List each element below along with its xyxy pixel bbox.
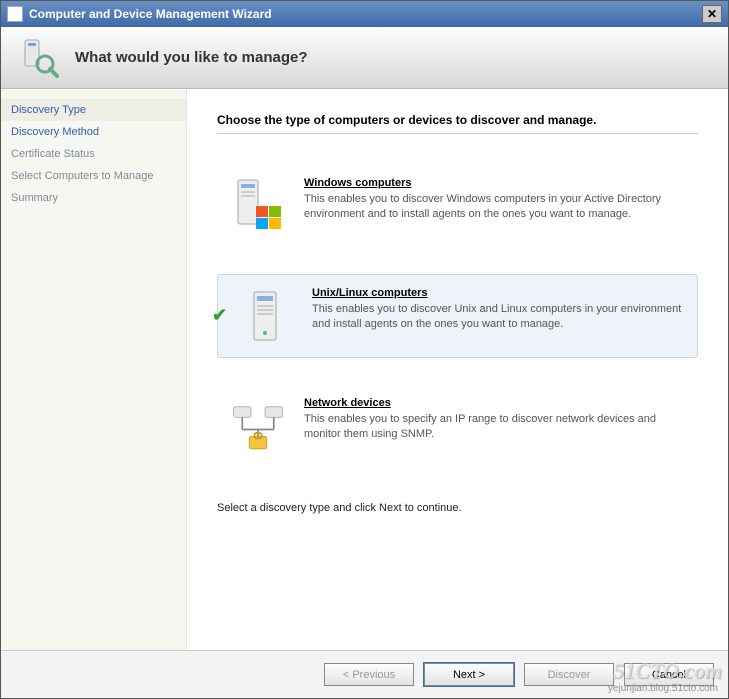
option-description: This enables you to discover Windows com…: [304, 192, 685, 222]
next-button[interactable]: Next >: [424, 663, 514, 686]
wizard-step-link[interactable]: Select Computers to Manage: [1, 165, 186, 187]
wizard-step-link[interactable]: Discovery Method: [1, 121, 186, 143]
windows-computers-icon: [230, 175, 286, 237]
discovery-type-option[interactable]: ✔Network devicesThis enables you to spec…: [217, 384, 698, 468]
option-description: This enables you to specify an IP range …: [304, 412, 685, 442]
close-button[interactable]: ✕: [702, 5, 722, 23]
wizard-step-link[interactable]: Summary: [1, 187, 186, 209]
option-title: Network devices: [304, 397, 685, 409]
option-description: This enables you to discover Unix and Li…: [312, 302, 685, 332]
unix-linux-computers-icon: [238, 285, 294, 347]
titlebar: Computer and Device Management Wizard ✕: [1, 1, 728, 27]
previous-button[interactable]: < Previous: [324, 663, 414, 686]
banner: What would you like to manage?: [1, 27, 728, 89]
banner-discovery-icon: [19, 38, 59, 78]
discovery-type-options: ✔Windows computersThis enables you to di…: [217, 164, 698, 468]
wizard-steps-sidebar: Discovery TypeDiscovery MethodCertificat…: [1, 89, 187, 650]
close-icon: ✕: [707, 7, 717, 21]
cancel-button[interactable]: Cancel: [624, 663, 714, 686]
option-title: Windows computers: [304, 177, 685, 189]
window-title: Computer and Device Management Wizard: [29, 7, 272, 21]
discovery-type-option[interactable]: ✔Unix/Linux computersThis enables you to…: [217, 274, 698, 358]
discovery-type-option[interactable]: ✔Windows computersThis enables you to di…: [217, 164, 698, 248]
instruction-text: Choose the type of computers or devices …: [217, 113, 698, 134]
option-title: Unix/Linux computers: [312, 287, 685, 299]
banner-heading: What would you like to manage?: [75, 49, 308, 66]
checkmark-icon: ✔: [212, 305, 227, 326]
main-panel: Choose the type of computers or devices …: [187, 89, 728, 650]
wizard-step-link[interactable]: Certificate Status: [1, 143, 186, 165]
hint-text: Select a discovery type and click Next t…: [217, 502, 698, 514]
network-devices-icon: [230, 395, 286, 457]
wizard-window: Computer and Device Management Wizard ✕ …: [0, 0, 729, 699]
discover-button[interactable]: Discover: [524, 663, 614, 686]
app-icon: [7, 6, 23, 22]
wizard-step-link[interactable]: Discovery Type: [1, 99, 186, 121]
wizard-footer: < Previous Next > Discover Cancel: [1, 650, 728, 698]
